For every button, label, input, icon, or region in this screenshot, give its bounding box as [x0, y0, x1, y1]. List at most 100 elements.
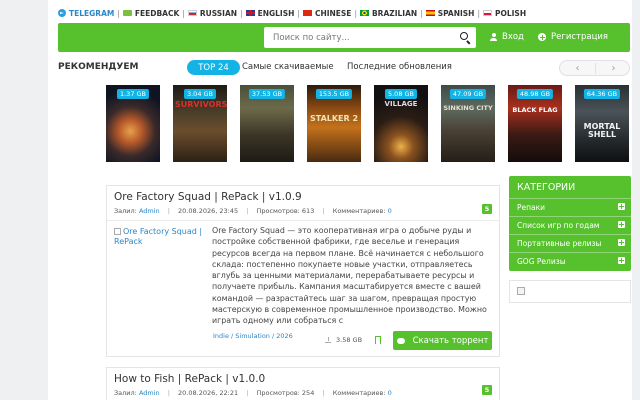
game-cover[interactable]: 47.09 GB SINKING CITY — [441, 85, 495, 162]
tab-latest-updates[interactable]: Последние обновления — [347, 62, 452, 72]
views-count: 613 — [301, 207, 315, 215]
plus-icon — [618, 257, 625, 264]
size-badge: 64.36 GB — [583, 89, 621, 99]
size-badge: 47.09 GB — [449, 89, 487, 99]
size-badge: 37.53 GB — [248, 89, 286, 99]
telegram-icon — [58, 9, 66, 17]
game-cover[interactable]: 37.53 GB — [240, 85, 294, 162]
login-link[interactable]: Вход — [490, 32, 524, 42]
cover-title: STALKER 2 — [309, 114, 359, 123]
separator: | — [182, 8, 185, 18]
separator: | — [477, 8, 480, 18]
post-date: 20.08.2026, 23:45 — [178, 207, 239, 215]
recommend-title: РЕКОМЕНДУЕМ — [58, 62, 139, 72]
plus-icon — [618, 203, 625, 210]
categories-title: КАТЕГОРИИ — [517, 182, 576, 193]
cloud-download-icon — [396, 337, 405, 344]
download-torrent-button[interactable]: Скачать торрент — [393, 331, 492, 350]
search-input[interactable] — [264, 27, 454, 48]
carousel-next-button[interactable]: › — [596, 61, 631, 75]
lang-brazilian[interactable]: BRAZILIAN — [359, 9, 417, 18]
page: TELEGRAM | FEEDBACK | RUSSIAN | ENGLISH … — [48, 0, 632, 400]
comments-count[interactable]: 0 — [388, 207, 392, 215]
post-card: Ore Factory Squad | RePack | v1.0.9 5 За… — [106, 185, 500, 357]
register-link[interactable]: Регистрация — [538, 32, 608, 42]
size-badge: 3.04 GB — [183, 89, 217, 99]
size-badge: 48.98 GB — [516, 89, 554, 99]
separator: | — [297, 8, 300, 18]
flag-es-icon — [425, 10, 435, 16]
separator: | — [420, 8, 423, 18]
uploader-link[interactable]: Admin — [139, 389, 160, 397]
plus-icon — [618, 221, 625, 228]
flag-ru-icon — [187, 10, 197, 16]
size-badge: 5.08 GB — [384, 89, 418, 99]
flag-pl-icon — [482, 10, 492, 16]
game-carousel: 1.37 GB 3.04 GB SURVIVORS 37.53 GB 153.5… — [106, 85, 632, 162]
broken-image-icon — [114, 228, 121, 235]
language-bar: TELEGRAM | FEEDBACK | RUSSIAN | ENGLISH … — [58, 7, 526, 19]
game-cover[interactable]: 48.98 GB BLACK FLAG — [508, 85, 562, 162]
categories-panel: КАТЕГОРИИ Репаки Список игр по годам Пор… — [509, 176, 631, 271]
feedback-icon — [122, 10, 132, 16]
rating-badge: 5 — [482, 204, 492, 214]
category-games-by-year[interactable]: Список игр по годам — [509, 216, 631, 233]
cover-title: VILLAGE — [384, 100, 418, 108]
game-cover[interactable]: 1.37 GB — [106, 85, 160, 162]
post-thumbnail[interactable]: Ore Factory Squad | RePack — [114, 227, 210, 247]
post-title[interactable]: How to Fish | RePack | v1.0.0 — [114, 373, 265, 385]
tab-most-downloaded[interactable]: Самые скачиваемые — [242, 62, 334, 72]
separator: | — [354, 8, 357, 18]
category-repacks[interactable]: Репаки — [509, 198, 631, 215]
lang-english[interactable]: ENGLISH — [245, 9, 294, 18]
telegram-link[interactable]: TELEGRAM — [58, 9, 114, 18]
carousel-arrows: ‹ › — [559, 60, 630, 76]
sidebar-banner[interactable] — [509, 280, 631, 303]
feedback-link[interactable]: FEEDBACK — [122, 9, 179, 18]
carousel-prev-button[interactable]: ‹ — [560, 61, 595, 75]
rating-badge: 5 — [482, 385, 492, 395]
lang-russian[interactable]: RUSSIAN — [187, 9, 237, 18]
site-header: Вход Регистрация — [58, 23, 630, 52]
flag-cn-icon — [302, 10, 312, 16]
size-badge: 153.5 GB — [315, 89, 353, 99]
lang-chinese[interactable]: CHINESE — [302, 9, 351, 18]
cover-title: SURVIVORS — [175, 100, 227, 109]
size-badge: 1.37 GB — [116, 89, 150, 99]
uploader-link[interactable]: Admin — [139, 207, 160, 215]
recommend-bar: РЕКОМЕНДУЕМ TOP 24 Самые скачиваемые Пос… — [58, 60, 630, 76]
cover-title: SINKING CITY — [443, 104, 493, 112]
bookmark-icon[interactable] — [375, 336, 381, 344]
search-box — [264, 27, 476, 48]
broken-image-icon — [517, 287, 525, 295]
post-meta: Залил: Admin | 20.08.2026, 22:21 | Просм… — [114, 389, 392, 397]
separator: | — [240, 8, 243, 18]
search-icon[interactable] — [454, 27, 476, 48]
game-cover[interactable]: 5.08 GB VILLAGE — [374, 85, 428, 162]
post-meta: Залил: Admin | 20.08.2026, 23:45 | Просм… — [114, 207, 392, 215]
category-portable[interactable]: Портативные релизы — [509, 234, 631, 251]
post-tags[interactable]: Indie / Simulation / 2026 — [213, 332, 293, 340]
plus-icon — [618, 239, 625, 246]
game-cover[interactable]: 3.04 GB SURVIVORS — [173, 85, 227, 162]
game-cover[interactable]: 64.36 GB MORTAL SHELL — [575, 85, 629, 162]
post-card: How to Fish | RePack | v1.0.0 5 Залил: A… — [106, 367, 500, 400]
post-title[interactable]: Ore Factory Squad | RePack | v1.0.9 — [114, 191, 302, 203]
lang-polish[interactable]: POLISH — [482, 9, 526, 18]
views-count: 254 — [301, 389, 315, 397]
user-icon — [490, 33, 497, 41]
cover-title: MORTAL SHELL — [583, 122, 621, 139]
post-description: Ore Factory Squad — это кооперативная иг… — [212, 226, 487, 326]
download-icon — [325, 337, 331, 343]
lang-spanish[interactable]: SPANISH — [425, 9, 474, 18]
cover-title: BLACK FLAG — [512, 106, 558, 114]
tab-top24[interactable]: TOP 24 — [187, 60, 240, 75]
divider — [107, 220, 499, 221]
plus-circle-icon — [538, 33, 546, 41]
category-gog[interactable]: GOG Релизы — [509, 252, 631, 269]
flag-uk-icon — [245, 10, 255, 16]
comments-count[interactable]: 0 — [388, 389, 392, 397]
download-size: 3.58 GB — [325, 336, 362, 344]
game-cover[interactable]: 153.5 GB STALKER 2 — [307, 85, 361, 162]
separator: | — [117, 8, 120, 18]
